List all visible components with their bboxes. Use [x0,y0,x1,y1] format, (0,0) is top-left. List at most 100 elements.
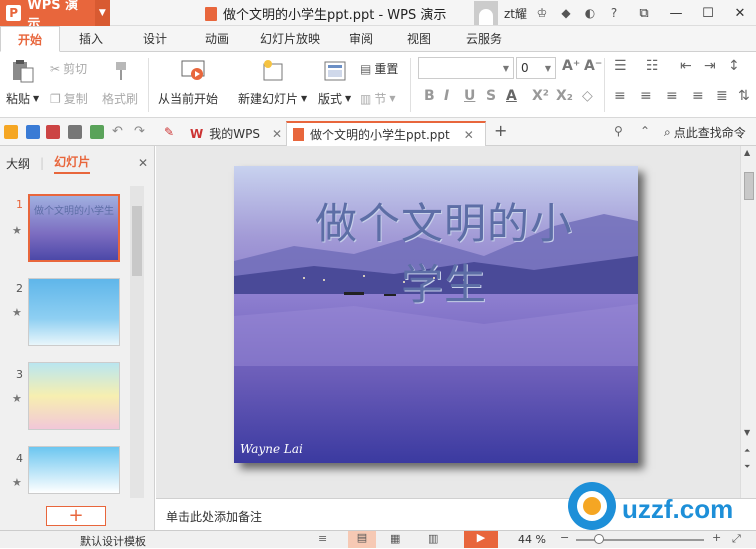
app-menu-button[interactable]: P WPS 演示 ▼ [0,0,111,32]
fit-window-icon[interactable]: ⤢ [732,532,741,546]
slide-thumbnail[interactable] [28,446,120,494]
zoom-slider-thumb[interactable] [594,534,604,544]
subscript-icon[interactable]: X₂ [556,88,573,104]
indent-decrease-icon[interactable]: ⇤ [680,58,692,74]
tab-animation[interactable]: 动画 [192,26,242,52]
tab-view[interactable]: 视图 [396,26,442,52]
crown-icon[interactable]: ♔ [533,4,551,22]
bullets-icon[interactable]: ☰ [614,58,627,74]
close-icon[interactable]: ✕ [464,128,474,142]
tab-current-doc[interactable]: 做个文明的小学生ppt.ppt ✕ [286,121,486,146]
tab-cloud[interactable]: 云服务 [454,26,514,52]
filter-icon[interactable]: ⚲ [614,124,628,138]
skin-icon[interactable]: ◆ [557,4,575,22]
slide-title[interactable]: 做个文明的小学生 [294,190,594,312]
tab-design[interactable]: 设计 [130,26,180,52]
align-right-icon[interactable]: ≡ [666,88,678,104]
scroll-thumb[interactable] [744,172,754,200]
close-icon[interactable]: ✕ [138,156,148,170]
font-color-icon[interactable]: A [506,88,517,104]
scroll-up-icon[interactable]: ▲ [744,148,750,157]
superscript-icon[interactable]: X² [532,88,549,104]
format-painter-button[interactable]: 格式刷 [102,90,138,107]
paste-icon[interactable] [10,58,36,84]
notes-placeholder[interactable]: 单击此处添加备注 [166,508,262,525]
new-tab-icon[interactable]: + [494,123,508,139]
shadow-icon[interactable]: S [486,88,496,104]
user-name[interactable]: zt耀 [504,5,527,22]
from-current-button[interactable]: 从当前开始 [158,90,218,107]
cut-button[interactable]: ✂ 剪切 [50,60,87,77]
tab-slideshow[interactable]: 幻灯片放映 [254,26,326,52]
tab-my-wps[interactable]: W 我的WPS ✕ [184,121,288,146]
panel-scrollbar[interactable] [130,186,144,498]
next-slide-icon[interactable]: ⏷ [744,462,750,472]
font-size-select[interactable]: 0 ▼ [516,57,556,79]
user-area[interactable]: zt耀 ♔ ◆ ◐ ? [474,0,623,26]
chevron-down-icon[interactable]: ▼ [94,0,111,26]
font-grow-icon[interactable]: A⁺ [562,58,580,74]
justify-icon[interactable]: ≡ [692,88,704,104]
copy-button[interactable]: ❐ 复制 [50,90,88,107]
align-left-icon[interactable]: ≡ [614,88,626,104]
align-center-icon[interactable]: ≡ [640,88,652,104]
play-from-current-icon[interactable] [180,58,206,84]
zoom-out-icon[interactable]: − [560,531,569,544]
slideshow-play-icon[interactable]: ▶ [464,531,498,548]
slide-thumbnail[interactable] [28,278,120,346]
design-template-label[interactable]: 默认设计模板 [80,533,146,549]
print-icon[interactable] [68,125,82,139]
scroll-down-icon[interactable]: ▼ [744,428,750,437]
text-direction-icon[interactable]: ⇅ [738,88,750,104]
redo-icon[interactable]: ↷ [134,125,148,139]
export-pdf-icon[interactable] [46,125,60,139]
maximize-icon[interactable]: ☐ [692,0,724,26]
layout-icon[interactable] [322,58,348,84]
distribute-icon[interactable]: ≣ [716,88,728,104]
new-slide-icon[interactable] [260,58,286,84]
tab-home[interactable]: 开始 [0,26,60,52]
format-painter-icon[interactable] [108,58,134,84]
close-icon[interactable]: ✕ [272,127,282,141]
pin-icon[interactable]: ✎ [164,125,178,139]
tab-insert[interactable]: 插入 [66,26,116,52]
prev-slide-icon[interactable]: ⏶ [744,446,750,456]
help-icon[interactable]: ? [605,4,623,22]
indent-increase-icon[interactable]: ⇥ [704,58,716,74]
eraser-icon[interactable]: ◇ [582,88,593,104]
print-preview-icon[interactable] [90,125,104,139]
slide-thumbnail[interactable] [28,362,120,430]
undo-icon[interactable]: ↶ [112,125,126,139]
add-slide-button[interactable]: + [46,506,106,526]
tab-outline[interactable]: 大纲 [6,155,30,172]
open-icon[interactable] [4,125,18,139]
new-slide-button[interactable]: 新建幻灯片 ▼ [238,90,307,107]
italic-icon[interactable]: I [444,88,449,104]
zoom-in-icon[interactable]: + [712,531,721,544]
save-icon[interactable] [26,125,40,139]
minimize-icon[interactable]: — [660,0,692,26]
sorter-view-icon[interactable]: ▦ [390,532,400,545]
numbering-icon[interactable]: ☷ [646,58,659,74]
share-icon[interactable]: ◐ [581,4,599,22]
line-spacing-icon[interactable]: ↕ [728,58,740,74]
tab-slides[interactable]: 幻灯片 [54,153,91,174]
bold-icon[interactable]: B [424,88,435,104]
reading-view-icon[interactable]: ▥ [428,532,438,545]
underline-icon[interactable]: U [464,88,475,104]
zoom-level[interactable]: 44 % [518,533,546,546]
notes-toggle-icon[interactable]: ≡ [318,532,327,545]
font-shrink-icon[interactable]: A⁻ [584,58,602,74]
layout-button[interactable]: 版式 ▼ [318,90,351,107]
font-family-select[interactable]: ▼ [418,57,514,79]
close-icon[interactable]: ✕ [724,0,756,26]
current-slide[interactable]: 做个文明的小学生 Wayne Lai [234,166,638,463]
reset-button[interactable]: ▤ 重置 [360,60,398,77]
search-commands[interactable]: ⌕ 点此查找命令 [664,124,746,141]
paste-button[interactable]: 粘贴 ▼ [6,90,39,107]
normal-view-icon[interactable]: ▤ [348,531,376,548]
section-button[interactable]: ▥ 节 ▼ [360,90,396,107]
tab-review[interactable]: 审阅 [338,26,384,52]
canvas-scrollbar[interactable]: ▲ ▼ ⏶ ⏷ [740,146,756,498]
avatar[interactable] [474,1,498,25]
